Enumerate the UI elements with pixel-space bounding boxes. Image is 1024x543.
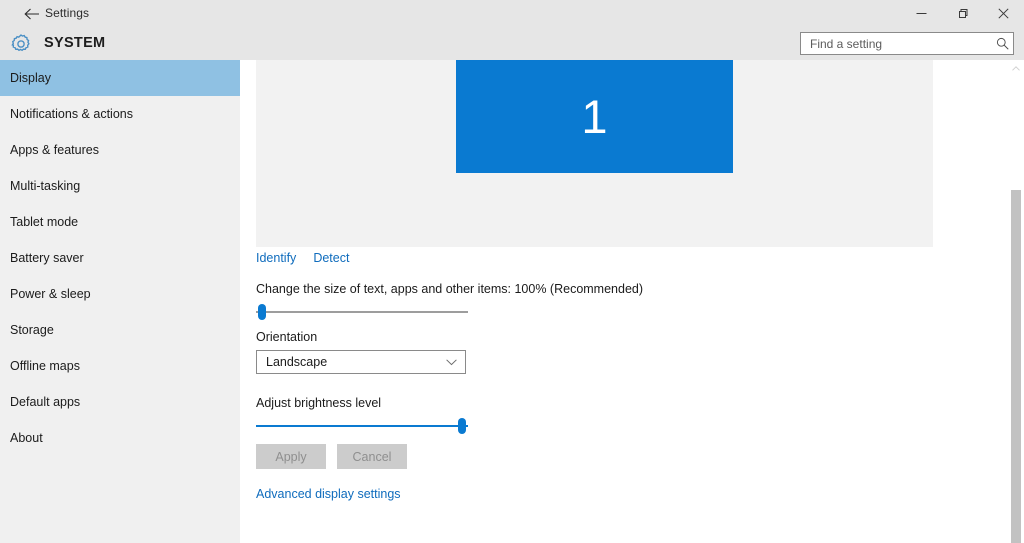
sidebar-item-storage[interactable]: Storage <box>0 312 240 348</box>
search-icon <box>991 33 1013 54</box>
close-button[interactable] <box>983 0 1024 27</box>
minimize-button[interactable] <box>901 0 942 27</box>
brightness-label: Adjust brightness level <box>256 396 382 410</box>
scroll-up-arrow-icon[interactable] <box>1008 60 1024 76</box>
cancel-button[interactable]: Cancel <box>337 444 407 469</box>
restore-icon <box>957 8 968 19</box>
sidebar-item-label: Default apps <box>10 395 81 409</box>
close-icon <box>998 8 1009 19</box>
sidebar-item-label: Offline maps <box>10 359 80 373</box>
display-preview-panel: 1 <box>256 60 933 247</box>
sidebar-item-offline-maps[interactable]: Offline maps <box>0 348 240 384</box>
sidebar-item-label: Apps & features <box>10 143 99 157</box>
sidebar-item-label: Multi-tasking <box>10 179 81 193</box>
sidebar-item-label: Battery saver <box>10 251 84 265</box>
sidebar-item-label: About <box>10 431 43 445</box>
scaling-slider-thumb[interactable] <box>258 304 266 320</box>
monitor-preview-1[interactable]: 1 <box>456 60 733 173</box>
sidebar-item-label: Display <box>10 71 51 85</box>
display-actions: Identify Detect <box>256 251 349 265</box>
sidebar-item-label: Notifications & actions <box>10 107 133 121</box>
advanced-display-settings-link[interactable]: Advanced display settings <box>256 487 401 501</box>
restore-button[interactable] <box>942 0 983 27</box>
sidebar-item-about[interactable]: About <box>0 420 240 456</box>
main-content: 1 Identify Detect Change the size of tex… <box>240 60 1024 543</box>
vertical-scrollbar[interactable] <box>1008 60 1024 543</box>
orientation-selected-value: Landscape <box>266 355 328 369</box>
page-header: SYSTEM <box>0 27 1024 60</box>
gear-icon <box>8 31 34 57</box>
brightness-slider-thumb[interactable] <box>458 418 466 434</box>
sidebar-item-label: Storage <box>10 323 54 337</box>
sidebar-item-notifications-and-actions[interactable]: Notifications & actions <box>0 96 240 132</box>
orientation-dropdown[interactable]: Landscape <box>256 350 466 374</box>
brightness-slider[interactable] <box>256 416 468 436</box>
scaling-label: Change the size of text, apps and other … <box>256 282 644 296</box>
orientation-label: Orientation <box>256 330 318 344</box>
sidebar-item-multi-tasking[interactable]: Multi-tasking <box>0 168 240 204</box>
search-input[interactable] <box>801 33 991 54</box>
title-bar: Settings <box>0 0 1024 27</box>
back-arrow-icon <box>24 8 40 20</box>
detect-link[interactable]: Detect <box>313 251 349 265</box>
window-title: Settings <box>45 6 90 20</box>
sidebar-item-display[interactable]: Display <box>0 60 240 96</box>
chevron-down-icon <box>446 358 457 366</box>
action-buttons: Apply Cancel <box>256 444 407 469</box>
scrollbar-thumb[interactable] <box>1011 190 1021 543</box>
sidebar-item-power-and-sleep[interactable]: Power & sleep <box>0 276 240 312</box>
sidebar-item-tablet-mode[interactable]: Tablet mode <box>0 204 240 240</box>
settings-window: Settings SYSTEM Find a setting Display N… <box>0 0 1024 543</box>
sidebar-item-label: Tablet mode <box>10 215 79 229</box>
sidebar-item-label: Power & sleep <box>10 287 91 301</box>
monitor-number-label: 1 <box>581 90 608 143</box>
search-box[interactable] <box>800 32 1014 55</box>
scaling-slider[interactable] <box>256 302 468 322</box>
sidebar-item-battery-saver[interactable]: Battery saver <box>0 240 240 276</box>
minimize-icon <box>916 8 927 19</box>
sidebar-navigation: Display Notifications & actions Apps & f… <box>0 60 240 543</box>
sidebar-item-default-apps[interactable]: Default apps <box>0 384 240 420</box>
apply-button[interactable]: Apply <box>256 444 326 469</box>
identify-link[interactable]: Identify <box>256 251 296 265</box>
page-title: SYSTEM <box>44 35 106 51</box>
window-controls <box>901 0 1024 27</box>
brightness-slider-track <box>256 425 468 427</box>
sidebar-item-apps-and-features[interactable]: Apps & features <box>0 132 240 168</box>
scaling-slider-track <box>256 311 468 313</box>
